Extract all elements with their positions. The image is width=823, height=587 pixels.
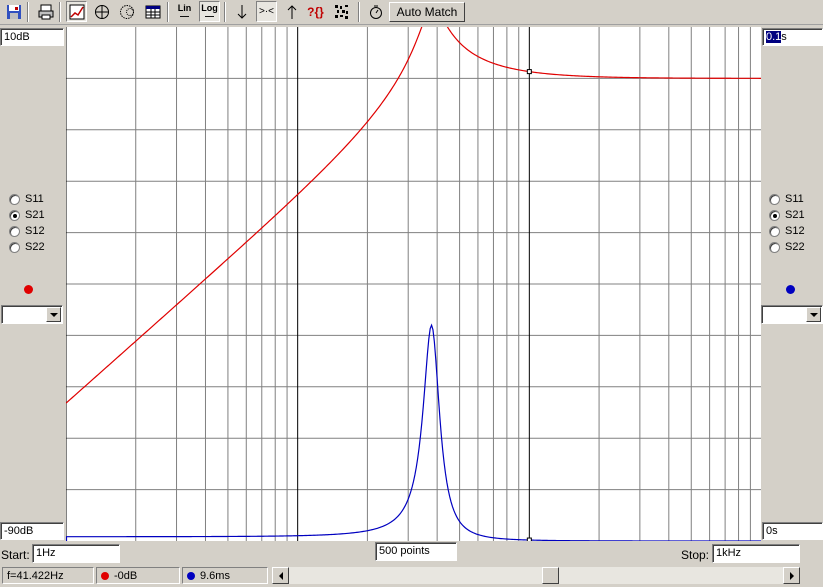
- smith-chart-icon[interactable]: [116, 1, 137, 22]
- auto-match-button[interactable]: Auto Match: [389, 2, 465, 22]
- right-radio-s11[interactable]: S11: [760, 191, 823, 207]
- scroll-right-button[interactable]: [783, 567, 800, 584]
- left-axis-max-field[interactable]: 10dB: [0, 28, 64, 46]
- status-magnitude-text: -0dB: [114, 569, 138, 582]
- plot-area[interactable]: [66, 27, 761, 541]
- group-delay-marker[interactable]: [526, 537, 532, 541]
- left-radio-s12[interactable]: S12: [0, 223, 66, 239]
- left-parameter-group: S11 S21 S12 S22: [0, 191, 66, 255]
- table-view-icon[interactable]: [142, 1, 163, 22]
- log-scale-icon[interactable]: Log —: [199, 1, 220, 22]
- left-radio-s21[interactable]: S21: [0, 207, 66, 223]
- left-trace-select[interactable]: [1, 305, 63, 324]
- status-delay-text: 9.6ms: [200, 569, 230, 582]
- grid: [66, 27, 761, 541]
- delay-color-dot: [187, 571, 195, 580]
- radio-button[interactable]: [9, 225, 20, 237]
- radio-button[interactable]: [769, 193, 780, 205]
- toolbar-separator: [358, 2, 360, 22]
- status-frequency: f=41.422Hz: [2, 567, 94, 584]
- left-trace-color-dot: [24, 285, 33, 294]
- magnitude-trace: [66, 27, 761, 404]
- frequency-scrollbar[interactable]: [272, 567, 800, 584]
- scroll-left-button[interactable]: [272, 567, 289, 584]
- scroll-thumb[interactable]: [542, 567, 559, 584]
- radio-label: S22: [785, 241, 805, 253]
- noise-pattern-icon[interactable]: [331, 1, 352, 22]
- start-label: Start:: [1, 548, 30, 562]
- status-group-delay: 9.6ms: [182, 567, 268, 584]
- radio-button[interactable]: [769, 241, 780, 253]
- radio-label: S11: [785, 193, 804, 205]
- radio-button[interactable]: [9, 209, 20, 221]
- print-icon[interactable]: [35, 1, 56, 22]
- status-magnitude: -0dB: [96, 567, 180, 584]
- right-axis-max-unit: s: [781, 31, 787, 43]
- start-frequency-input[interactable]: 1Hz: [32, 544, 120, 563]
- cartesian-chart-icon[interactable]: [66, 1, 87, 22]
- status-frequency-text: f=41.422Hz: [7, 569, 64, 582]
- left-axis-min-field[interactable]: -90dB: [0, 522, 64, 540]
- magnitude-color-dot: [101, 571, 109, 580]
- radio-button[interactable]: [769, 225, 780, 237]
- right-parameter-group: S11 S21 S12 S22: [760, 191, 823, 255]
- save-icon[interactable]: [3, 1, 24, 22]
- radio-label: S22: [25, 241, 45, 253]
- right-axis-max-field[interactable]: 0.1s: [762, 28, 823, 46]
- stop-label: Stop:: [681, 548, 710, 562]
- arrow-down-icon[interactable]: [231, 1, 252, 22]
- radio-button[interactable]: [769, 209, 780, 221]
- right-radio-s12[interactable]: S12: [760, 223, 823, 239]
- radio-label: S21: [785, 209, 805, 221]
- radio-label: S11: [25, 193, 44, 205]
- lin-underline: —: [180, 10, 189, 21]
- group-delay-trace: [66, 323, 761, 541]
- toolbar-separator: [224, 2, 226, 22]
- polar-chart-icon[interactable]: [91, 1, 112, 22]
- right-radio-s22[interactable]: S22: [760, 239, 823, 255]
- chevron-down-icon[interactable]: [46, 307, 61, 322]
- magnitude-marker[interactable]: [526, 69, 532, 75]
- timer-icon[interactable]: [365, 1, 386, 22]
- chevron-down-icon[interactable]: [806, 307, 821, 322]
- radio-button[interactable]: [9, 193, 20, 205]
- linear-scale-icon[interactable]: Lin —: [174, 1, 195, 22]
- marker-center-icon[interactable]: >·<: [256, 1, 277, 22]
- right-axis-max-selected: 0.1: [766, 31, 782, 43]
- toolbar: Lin — Log — >·< ?{} Auto Match: [0, 0, 823, 25]
- right-trace-select[interactable]: [761, 305, 823, 324]
- right-axis-min-field[interactable]: 0s: [762, 522, 823, 540]
- left-radio-s22[interactable]: S22: [0, 239, 66, 255]
- stop-frequency-input[interactable]: 1kHz: [712, 544, 800, 563]
- radio-label: S12: [25, 225, 45, 237]
- help-glyph: ?{}: [307, 4, 324, 19]
- right-trace-color-dot: [786, 285, 795, 294]
- points-input[interactable]: 500 points: [375, 542, 457, 561]
- toolbar-separator: [167, 2, 169, 22]
- log-underline: —: [205, 10, 214, 21]
- radio-button[interactable]: [9, 241, 20, 253]
- arrow-up-icon[interactable]: [281, 1, 302, 22]
- radio-label: S21: [25, 209, 45, 221]
- right-radio-s21[interactable]: S21: [760, 207, 823, 223]
- help-icon[interactable]: ?{}: [305, 1, 326, 22]
- radio-label: S12: [785, 225, 805, 237]
- marker-center-glyph: >·<: [258, 6, 274, 17]
- toolbar-separator: [59, 2, 61, 22]
- left-radio-s11[interactable]: S11: [0, 191, 66, 207]
- toolbar-separator: [27, 2, 29, 22]
